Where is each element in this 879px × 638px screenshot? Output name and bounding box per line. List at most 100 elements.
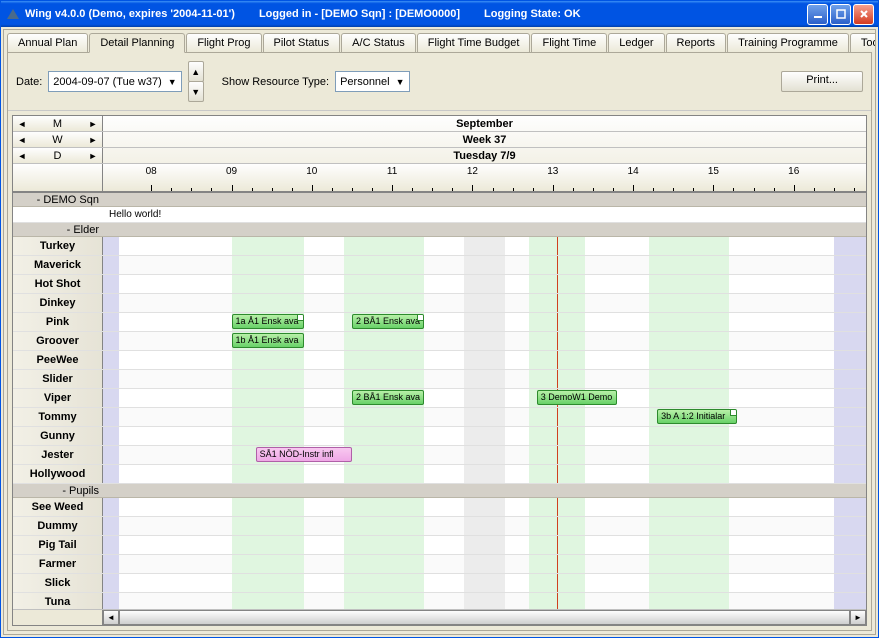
person-name-cell[interactable]: Groover <box>13 332 103 350</box>
task-block[interactable]: 3b A 1:2 Initialar <box>657 409 737 424</box>
person-track[interactable] <box>103 294 866 312</box>
person-row: Slider <box>13 370 866 389</box>
date-step-up[interactable]: ▲ <box>188 61 204 82</box>
hscroll-left[interactable]: ◄ <box>103 610 119 625</box>
person-track[interactable] <box>103 237 866 255</box>
person-name-cell[interactable]: PeeWee <box>13 351 103 369</box>
person-name-cell[interactable]: Maverick <box>13 256 103 274</box>
hour-label: 15 <box>708 166 719 177</box>
month-next[interactable]: ► <box>86 117 100 131</box>
task-block[interactable]: 2 BÅ1 Ensk ava <box>352 390 424 405</box>
tab-reports[interactable]: Reports <box>666 33 727 52</box>
week-next[interactable]: ► <box>86 133 100 147</box>
hscrollbar[interactable]: ◄ ► <box>13 609 866 625</box>
resource-label: Show Resource Type: <box>222 76 329 88</box>
task-block[interactable]: SÅ1 NÖD-Instr infl <box>256 447 352 462</box>
person-name-cell[interactable]: Slider <box>13 370 103 388</box>
person-name-cell[interactable]: Viper <box>13 389 103 407</box>
hour-label: 08 <box>146 166 157 177</box>
date-picker[interactable]: 2004-09-07 (Tue w37) ▼ <box>48 71 181 92</box>
person-track[interactable] <box>103 574 866 592</box>
person-track[interactable] <box>103 517 866 535</box>
week-prev[interactable]: ◄ <box>15 133 29 147</box>
person-row: PeeWee <box>13 351 866 370</box>
person-row: Dinkey <box>13 294 866 313</box>
tab-pilot-status[interactable]: Pilot Status <box>263 33 341 52</box>
task-block[interactable]: 1b Å1 Ensk ava <box>232 333 304 348</box>
person-name-cell[interactable]: Slick <box>13 574 103 592</box>
maximize-button[interactable] <box>830 4 851 25</box>
tab-training-programme[interactable]: Training Programme <box>727 33 849 52</box>
person-name-cell[interactable]: Farmer <box>13 555 103 573</box>
subgroup-header[interactable]: - Pupils <box>13 484 866 498</box>
close-button[interactable] <box>853 4 874 25</box>
tab-detail-planning[interactable]: Detail Planning <box>89 33 185 53</box>
timeline: ◄ M ► September ◄ W ► Week 37 <box>12 115 867 626</box>
person-track[interactable] <box>103 427 866 445</box>
person-track[interactable] <box>103 370 866 388</box>
minimize-button[interactable] <box>807 4 828 25</box>
person-track[interactable] <box>103 498 866 516</box>
subgroup-header[interactable]: - Elder <box>13 223 866 237</box>
date-label: Date: <box>16 76 42 88</box>
current-time-line <box>557 351 558 369</box>
person-track[interactable] <box>103 256 866 274</box>
tab-ledger[interactable]: Ledger <box>608 33 664 52</box>
hscroll-right[interactable]: ► <box>850 610 866 625</box>
app-title: Wing v4.0.0 (Demo, expires '2004-11-01') <box>25 8 235 20</box>
tab-annual-plan[interactable]: Annual Plan <box>7 33 88 52</box>
hour-label: 14 <box>628 166 639 177</box>
tab-a-c-status[interactable]: A/C Status <box>341 33 416 52</box>
person-track[interactable]: 1b Å1 Ensk ava <box>103 332 866 350</box>
person-name-cell[interactable]: Pink <box>13 313 103 331</box>
person-track[interactable] <box>103 465 866 483</box>
current-time-line <box>557 593 558 609</box>
tab-bar: Annual PlanDetail PlanningFlight ProgPil… <box>4 30 875 52</box>
person-track[interactable] <box>103 351 866 369</box>
day-next[interactable]: ► <box>86 149 100 163</box>
person-name-cell[interactable]: See Weed <box>13 498 103 516</box>
person-track[interactable]: SÅ1 NÖD-Instr infl <box>103 446 866 464</box>
person-track[interactable]: 1a Å1 Ensk ava 2 BÅ1 Ensk ava <box>103 313 866 331</box>
tab-flight-prog[interactable]: Flight Prog <box>186 33 261 52</box>
group-header[interactable]: - DEMO Sqn <box>13 193 866 207</box>
person-name-cell[interactable]: Dummy <box>13 517 103 535</box>
person-track[interactable] <box>103 555 866 573</box>
task-block[interactable]: 2 BÅ1 Ensk ava <box>352 314 424 329</box>
person-name-cell[interactable]: Hollywood <box>13 465 103 483</box>
resource-type-select[interactable]: Personnel ▼ <box>335 71 409 92</box>
person-track[interactable] <box>103 536 866 554</box>
person-name-cell[interactable]: Gunny <box>13 427 103 445</box>
hscroll-thumb[interactable] <box>119 610 850 625</box>
tab-flight-time-budget[interactable]: Flight Time Budget <box>417 33 531 52</box>
person-name-cell[interactable]: Pig Tail <box>13 536 103 554</box>
day-prev[interactable]: ◄ <box>15 149 29 163</box>
person-row: Farmer <box>13 555 866 574</box>
person-track[interactable] <box>103 593 866 609</box>
task-block[interactable]: 3 DemoW1 Demo <box>537 390 617 405</box>
tab-body: Date: 2004-09-07 (Tue w37) ▼ ▲ ▼ Show Re… <box>7 52 872 631</box>
tab-flight-time[interactable]: Flight Time <box>531 33 607 52</box>
person-track[interactable]: 2 BÅ1 Ensk ava 3 DemoW1 Demo <box>103 389 866 407</box>
person-name-cell[interactable]: Jester <box>13 446 103 464</box>
current-time-line <box>557 408 558 426</box>
timeline-body[interactable]: - DEMO SqnHello world!- ElderTurkeyMaver… <box>13 193 866 609</box>
tab-tools[interactable]: Tools <box>850 33 876 52</box>
person-track[interactable] <box>103 275 866 293</box>
date-step-down[interactable]: ▼ <box>188 81 204 102</box>
current-time-line <box>557 574 558 592</box>
person-row: Gunny <box>13 427 866 446</box>
person-name-cell[interactable]: Dinkey <box>13 294 103 312</box>
person-name-cell[interactable]: Hot Shot <box>13 275 103 293</box>
person-name-cell[interactable]: Turkey <box>13 237 103 255</box>
task-block[interactable]: 1a Å1 Ensk ava <box>232 314 304 329</box>
resource-value: Personnel <box>340 76 390 88</box>
person-name-cell[interactable]: Tuna <box>13 593 103 609</box>
month-prev[interactable]: ◄ <box>15 117 29 131</box>
person-name-cell[interactable]: Tommy <box>13 408 103 426</box>
current-time-line <box>557 275 558 293</box>
person-row: Viper 2 BÅ1 Ensk ava 3 DemoW1 Demo <box>13 389 866 408</box>
current-time-line <box>557 332 558 350</box>
print-button[interactable]: Print... <box>781 71 863 92</box>
person-track[interactable]: 3b A 1:2 Initialar <box>103 408 866 426</box>
